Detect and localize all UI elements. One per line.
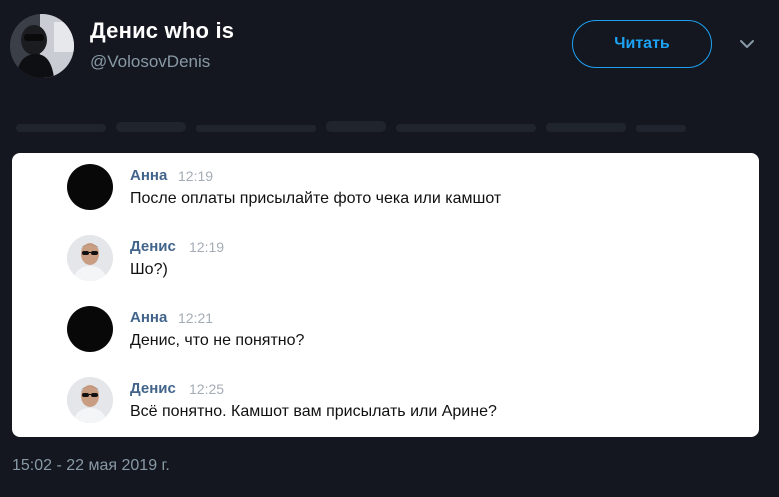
message-text: После оплаты присылайте фото чека или ка… xyxy=(130,190,502,207)
message-time: 12:25 xyxy=(189,381,225,397)
dark-avatar xyxy=(67,306,113,352)
sender-name: Анна xyxy=(130,167,168,184)
author-avatar[interactable] xyxy=(10,14,74,78)
redacted-tweet-text xyxy=(16,121,686,132)
author-name[interactable]: Денис who is xyxy=(90,18,234,44)
message-text: Всё понятно. Камшот вам присылать или Ар… xyxy=(130,403,497,420)
sender-name: Денис xyxy=(130,380,176,397)
man-sunglasses-avatar xyxy=(67,377,113,423)
message-text: Шо?) xyxy=(130,261,168,278)
message-time: 12:19 xyxy=(178,168,214,184)
chevron-down-icon[interactable] xyxy=(737,36,757,52)
man-sunglasses-avatar xyxy=(67,235,113,281)
sender-name: Анна xyxy=(130,309,168,326)
follow-button[interactable]: Читать xyxy=(572,20,712,68)
sender-name: Денис xyxy=(130,238,176,255)
chat-message: Анна 12:19 После оплаты присылайте фото … xyxy=(67,164,747,224)
chat-screenshot-card[interactable]: Анна 12:19 После оплаты присылайте фото … xyxy=(12,153,759,437)
chat-message: Денис 12:25 Всё понятно. Камшот вам прис… xyxy=(67,377,747,437)
dark-avatar xyxy=(67,164,113,210)
chat-message: Денис 12:19 Шо?) xyxy=(67,235,747,295)
message-time: 12:19 xyxy=(189,239,225,255)
tweet-timestamp[interactable]: 15:02 - 22 мая 2019 г. xyxy=(12,457,170,475)
message-time: 12:21 xyxy=(178,310,214,326)
author-avatar-image xyxy=(10,14,74,78)
chat-message: Анна 12:21 Денис, что не понятно? xyxy=(67,306,747,366)
tweet-header: Денис who is @VolosovDenis Читать xyxy=(0,0,779,150)
message-text: Денис, что не понятно? xyxy=(130,332,305,349)
author-handle[interactable]: @VolosovDenis xyxy=(90,52,210,72)
